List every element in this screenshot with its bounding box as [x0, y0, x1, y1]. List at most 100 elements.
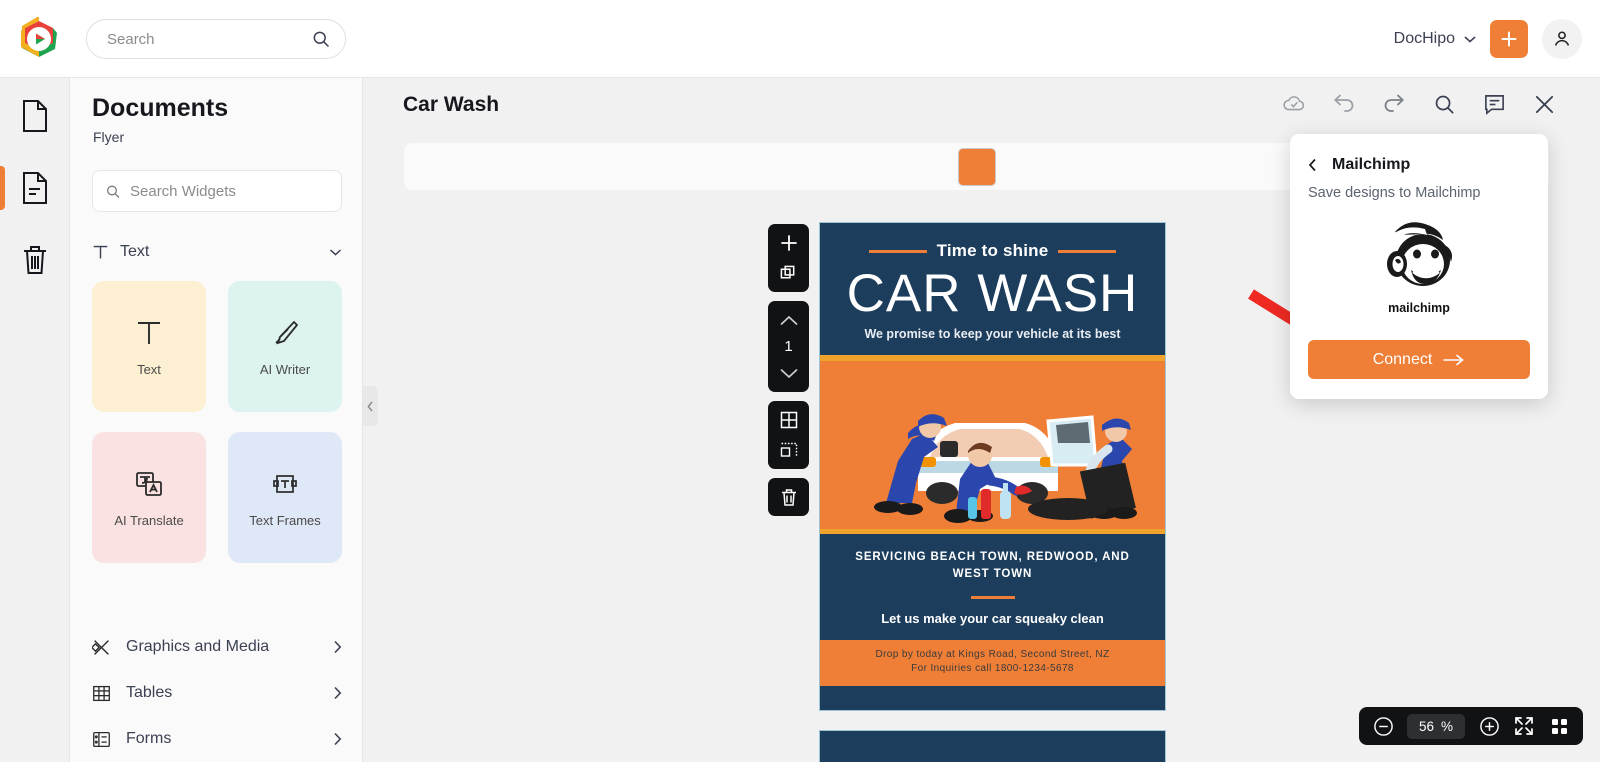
widget-tile-ai-writer[interactable]: AI Writer [228, 281, 342, 412]
page-delete-group [768, 478, 809, 516]
chevron-right-icon [334, 640, 342, 654]
mailchimp-monkey-icon [1387, 222, 1452, 286]
table-grid-icon [93, 685, 110, 701]
duplicate-page-button[interactable] [778, 262, 800, 284]
left-icon-rail [0, 78, 70, 762]
widgets-panel: Documents Flyer Text Text [70, 78, 363, 762]
resize-selection-button[interactable] [778, 439, 800, 461]
flyer-headline: CAR WASH [846, 264, 1139, 323]
back-button[interactable] [1308, 158, 1320, 172]
delete-page-button[interactable] [778, 486, 800, 508]
resize-selection-icon [780, 442, 797, 457]
zoom-unit: % [1441, 718, 1454, 734]
flyer-illustration[interactable] [820, 361, 1165, 529]
widget-tile-ai-translate[interactable]: AI Translate [92, 432, 206, 563]
form-icon [93, 731, 110, 747]
menu-item-graphics-and-media[interactable]: Graphics and Media [92, 624, 342, 670]
mailchimp-description: Save designs to Mailchimp [1308, 185, 1481, 201]
menu-item-label: Graphics and Media [126, 638, 270, 655]
dochipo-hexagon-play-logo[interactable] [17, 16, 61, 61]
page-navigation-group: 1 [768, 301, 809, 392]
comments-button[interactable] [1482, 92, 1506, 116]
widget-search-box[interactable] [92, 170, 342, 212]
zoom-level-value[interactable]: 56 % [1407, 713, 1465, 739]
cloud-save-status[interactable] [1282, 92, 1306, 116]
section-header-text[interactable]: Text [92, 237, 342, 267]
mailchimp-panel-header: Mailchimp [1290, 134, 1548, 174]
chevron-left-icon [1308, 158, 1316, 172]
flyer-eyebrow-text: Time to shine [936, 241, 1049, 260]
close-x-icon [1535, 95, 1553, 113]
previous-page-button[interactable] [778, 309, 800, 331]
copy-pages-icon [780, 265, 795, 279]
redo-arrow-icon [1384, 94, 1405, 112]
workspace-name: DocHipo [1393, 30, 1455, 47]
mailchimp-connect-button[interactable]: Connect [1308, 340, 1530, 379]
flyer-rule [970, 595, 1015, 599]
widget-tile-text-frames[interactable]: Text Frames [228, 432, 342, 563]
close-button[interactable] [1532, 92, 1556, 116]
rail-item-blank-document[interactable] [0, 80, 70, 152]
search-icon[interactable] [311, 29, 331, 49]
mailchimp-wordmark: mailchimp [1388, 301, 1450, 315]
add-page-button[interactable] [778, 232, 800, 254]
document-title[interactable]: Car Wash [403, 93, 499, 117]
chevron-down-icon[interactable] [329, 248, 342, 256]
search-input[interactable] [107, 30, 311, 48]
grid-layout-icon [780, 411, 797, 429]
rail-item-trash[interactable] [0, 224, 70, 296]
undo-arrow-icon [1333, 94, 1354, 112]
eyebrow-rule-right [1058, 249, 1117, 253]
text-t-icon [93, 245, 108, 258]
connect-label: Connect [1372, 350, 1433, 368]
document-with-lines-icon [23, 172, 47, 204]
tile-label: AI Writer [259, 361, 311, 377]
arrow-right-icon [1443, 354, 1465, 365]
next-page-button[interactable] [778, 362, 800, 384]
flyer-subheadline: We promise to keep your vehicle at its b… [864, 327, 1121, 341]
create-new-button[interactable] [1490, 20, 1528, 58]
graphics-media-icon [92, 639, 109, 655]
dochipo-editor-window: DocHipo [0, 0, 1600, 762]
grid-view-button[interactable] [1548, 715, 1570, 737]
widget-tile-text[interactable]: Text [92, 281, 206, 412]
redo-button[interactable] [1382, 92, 1406, 116]
menu-item-forms[interactable]: Forms [92, 716, 342, 762]
menu-item-label: Forms [126, 730, 172, 747]
flyer-page-1[interactable]: Time to shine CAR WASH We promise to kee… [819, 222, 1166, 711]
comment-icon [1484, 94, 1504, 115]
zoom-toolbar: 56 % [1359, 707, 1583, 745]
trash-icon [24, 246, 46, 274]
chevron-right-icon [334, 686, 342, 700]
fill-color-swatch[interactable] [957, 147, 996, 186]
minus-circle-icon [1373, 716, 1393, 736]
chevron-up-icon [780, 315, 797, 325]
chevron-down-icon [780, 368, 797, 378]
grid-view-icon [1551, 718, 1567, 734]
workspace-selector[interactable]: DocHipo [1394, 30, 1476, 48]
widget-tile-grid: Text AI Writer AI Translate Text Frames [92, 281, 342, 583]
current-page-number: 1 [784, 338, 793, 355]
zoom-in-button[interactable] [1478, 715, 1500, 737]
mailchimp-logo: mailchimp [1373, 214, 1465, 315]
search-button[interactable] [1432, 92, 1456, 116]
menu-item-tables[interactable]: Tables [92, 670, 342, 716]
zoom-out-button[interactable] [1372, 715, 1394, 737]
flyer-eyebrow: Time to shine [830, 241, 1155, 261]
mailchimp-integration-panel: Mailchimp Save designs to Mailchimp mail… [1290, 134, 1548, 399]
editor-toolbar [1282, 92, 1556, 116]
flyer-page-2-preview[interactable] [819, 730, 1166, 762]
tile-row: AI Translate Text Frames [92, 432, 342, 563]
fullscreen-button[interactable] [1513, 715, 1535, 737]
plus-circle-icon [1479, 716, 1499, 736]
widget-search-input[interactable] [130, 182, 329, 200]
user-avatar-icon [1554, 31, 1570, 46]
rail-item-documents[interactable] [0, 152, 70, 224]
zoom-number: 56 [1418, 718, 1434, 734]
account-button[interactable] [1542, 19, 1582, 59]
grid-layout-button[interactable] [778, 409, 800, 431]
tile-label: AI Translate [114, 512, 184, 528]
undo-button[interactable] [1332, 92, 1356, 116]
car-wash-workers-illustration [820, 361, 1165, 529]
global-search-box[interactable] [86, 19, 346, 59]
